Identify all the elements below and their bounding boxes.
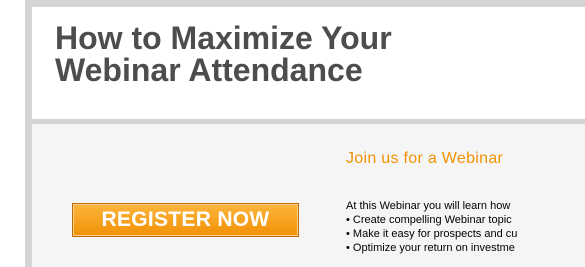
intro-text: At this Webinar you will learn how: [346, 200, 511, 212]
join-heading: Join us for a Webinar: [346, 150, 504, 167]
benefit-list-item: • Optimize your return on investme: [346, 242, 515, 254]
benefit-list-item: • Make it easy for prospects and cu: [346, 228, 518, 240]
main-content: REGISTER NOW Join us for a Webinar At th…: [32, 124, 585, 267]
top-border: [25, 0, 585, 7]
page-title: How to Maximize Your Webinar Attendance: [55, 22, 392, 86]
page-header: How to Maximize Your Webinar Attendance: [32, 7, 585, 119]
page-title-line-2: Webinar Attendance: [55, 52, 363, 88]
page-title-line-1: How to Maximize Your: [55, 20, 392, 56]
register-now-button[interactable]: REGISTER NOW: [72, 203, 299, 237]
webinar-page: How to Maximize Your Webinar Attendance …: [25, 0, 585, 267]
left-border: [25, 0, 32, 267]
benefit-list: • Create compelling Webinar topic • Make…: [346, 213, 517, 255]
benefit-list-item: • Create compelling Webinar topic: [346, 214, 512, 226]
